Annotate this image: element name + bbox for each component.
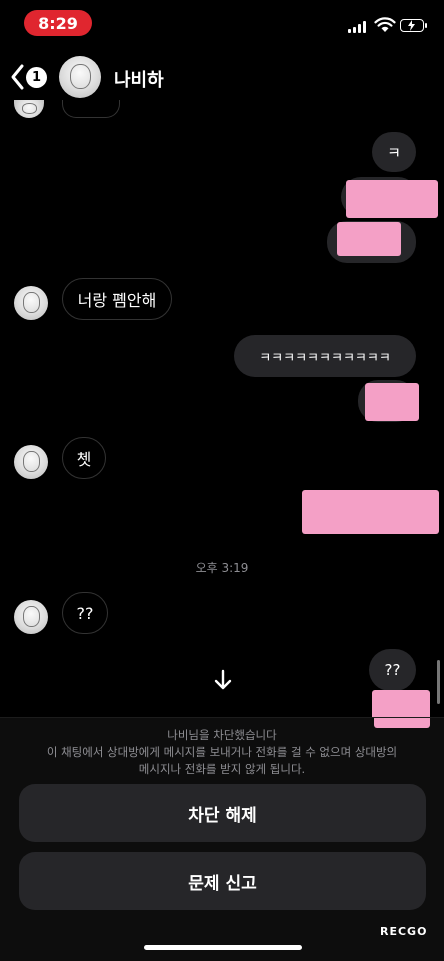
unblock-button[interactable]: 차단 해제 — [19, 784, 426, 842]
redaction-mark — [302, 490, 439, 534]
blocked-title: 나비님을 차단했습니다 — [167, 728, 277, 742]
scroll-down-arrow-icon[interactable] — [212, 668, 234, 692]
scrollbar[interactable] — [437, 660, 440, 704]
message-bubble-outgoing: ㅋㅋㅋㅋㅋㅋㅋㅋㅋㅋㅋ — [234, 335, 416, 377]
avatar[interactable] — [59, 56, 101, 98]
avatar — [14, 600, 48, 634]
status-time: 8:29 — [24, 10, 92, 36]
avatar — [14, 286, 48, 320]
message-bubble-incoming: ?? — [62, 592, 108, 634]
wifi-icon — [374, 17, 396, 32]
chat-title[interactable]: 나비하 — [114, 66, 164, 92]
back-arrow-icon[interactable] — [8, 62, 28, 92]
unread-count-badge[interactable]: 1 — [26, 67, 47, 88]
avatar — [14, 445, 48, 479]
redaction-mark — [337, 222, 401, 256]
message-bubble-outgoing: ㅋ — [372, 132, 416, 172]
message-bubble-outgoing: ?? — [369, 649, 416, 691]
battery-icon — [400, 19, 427, 32]
home-indicator[interactable] — [144, 945, 302, 950]
message-bubble-incoming: 쳇 — [62, 437, 106, 479]
redaction-mark — [365, 383, 419, 421]
timestamp: 오후 3:19 — [195, 561, 249, 575]
report-problem-button[interactable]: 문제 신고 — [19, 852, 426, 910]
blocked-description-line2: 메시지나 전화를 받지 않게 됩니다. — [138, 762, 306, 776]
blocked-description-line1: 이 채팅에서 상대방에게 메시지를 보내거나 전화를 걸 수 없으며 상대방의 — [46, 745, 398, 759]
redaction-mark — [346, 180, 438, 218]
avatar — [14, 100, 44, 118]
cellular-signal-icon — [348, 21, 366, 33]
message-bubble-incoming — [62, 100, 120, 118]
watermark: RECGO — [380, 925, 428, 938]
message-bubble-incoming: 너랑 폠안해 — [62, 278, 172, 320]
